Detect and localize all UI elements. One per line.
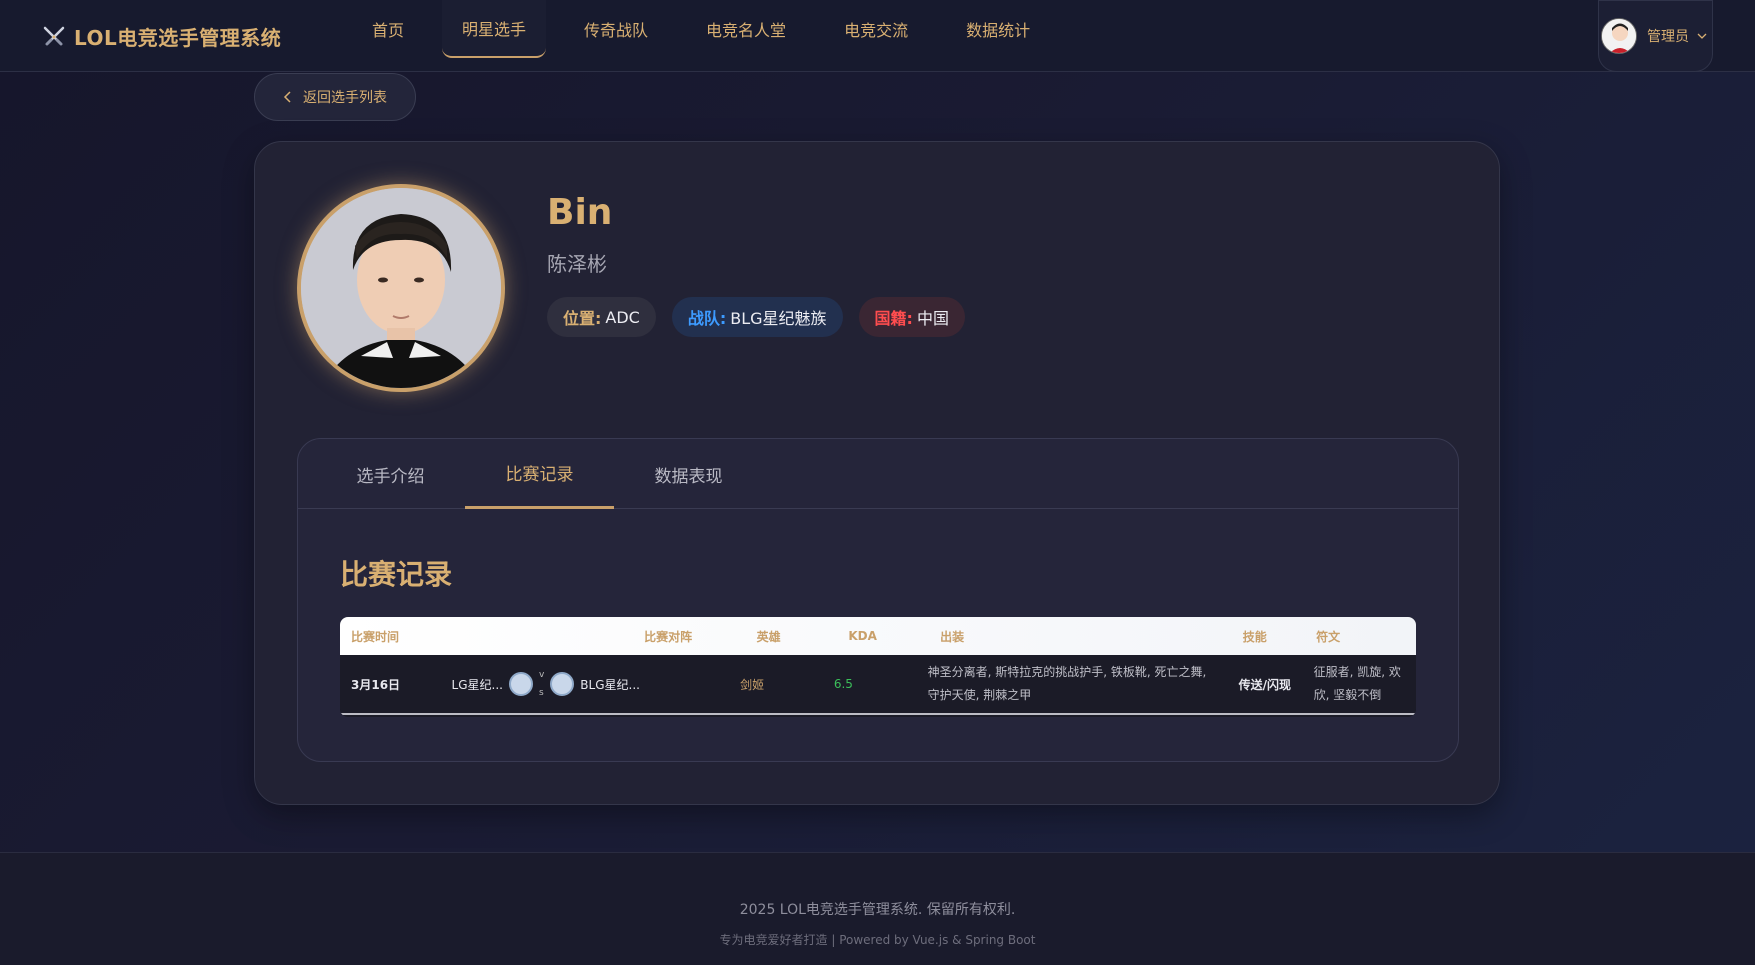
- player-detail-card: Bin 陈泽彬 位置: ADC 战队: BLG星纪魅族 国籍: 中国 选手介绍 …: [254, 141, 1500, 805]
- chevron-left-icon: [283, 91, 291, 103]
- vs-label: v s: [539, 666, 544, 702]
- column-header-items[interactable]: 出装: [929, 628, 1232, 645]
- player-photo: [301, 188, 501, 388]
- nav-item-statistics[interactable]: 数据统计: [946, 0, 1050, 58]
- user-menu[interactable]: 管理员: [1598, 0, 1713, 72]
- column-header-skills[interactable]: 技能: [1232, 628, 1305, 645]
- column-header-runes[interactable]: 符文: [1305, 628, 1416, 645]
- nav-item-home[interactable]: 首页: [352, 0, 424, 58]
- user-avatar: [1601, 18, 1637, 54]
- column-header-hero[interactable]: 英雄: [746, 628, 838, 645]
- team-a-logo-icon: [508, 672, 533, 696]
- match-items: 神圣分离者, 斯特拉克的挑战护手, 铁板靴, 死亡之舞, 守护天使, 荆棘之甲: [927, 665, 1207, 702]
- column-header-kda[interactable]: KDA: [837, 629, 929, 643]
- logo[interactable]: LOL电竞选手管理系统: [42, 22, 281, 51]
- match-hero: 剑姬: [740, 677, 765, 692]
- player-name: Bin: [547, 192, 613, 233]
- user-name: 管理员: [1647, 29, 1689, 45]
- main-nav: 首页 明星选手 传奇战队 电竞名人堂 电竞交流 数据统计: [352, 0, 1068, 72]
- nationality-tag-value: 中国: [916, 309, 949, 328]
- table-header: 比赛时间 比赛对阵 英雄 KDA 出装 技能 符文: [340, 617, 1416, 655]
- nationality-tag-label: 国籍:: [874, 309, 913, 328]
- tab-performance[interactable]: 数据表现: [614, 439, 763, 509]
- team-b-logo-icon: [550, 672, 575, 696]
- back-to-list-button[interactable]: 返回选手列表: [254, 73, 416, 121]
- team-b-name: BLG星纪...: [580, 677, 640, 692]
- nav-item-star-players[interactable]: 明星选手: [442, 0, 547, 58]
- nav-item-hall-of-fame[interactable]: 电竞名人堂: [686, 0, 806, 58]
- team-tag: 战队: BLG星纪魅族: [671, 297, 843, 337]
- footer: 2025 LOL电竞选手管理系统. 保留所有权利. 专为电竞爱好者打造 | Po…: [0, 852, 1755, 965]
- tab-introduction[interactable]: 选手介绍: [316, 439, 465, 509]
- position-tag-value: ADC: [605, 307, 640, 327]
- back-button-label: 返回选手列表: [303, 90, 387, 106]
- match-kda: 6.5: [833, 677, 853, 691]
- player-tags: 位置: ADC 战队: BLG星纪魅族 国籍: 中国: [547, 297, 965, 337]
- vs-top: v: [538, 670, 545, 680]
- tab-bar: 选手介绍 比赛记录 数据表现: [298, 439, 1458, 509]
- column-header-date[interactable]: 比赛时间: [340, 628, 449, 645]
- section-title: 比赛记录: [340, 558, 453, 591]
- logo-text: LOL电竞选手管理系统: [74, 26, 282, 50]
- tab-match-records[interactable]: 比赛记录: [465, 439, 614, 509]
- nav-item-legend-teams[interactable]: 传奇战队: [564, 0, 668, 58]
- top-header: LOL电竞选手管理系统 首页 明星选手 传奇战队 电竞名人堂 电竞交流 数据统计…: [0, 0, 1755, 72]
- footer-powered-by: 专为电竞爱好者打造 | Powered by Vue.js & Spring B…: [719, 933, 1036, 947]
- vs-bottom: s: [538, 688, 544, 698]
- nationality-tag: 国籍: 中国: [858, 297, 965, 337]
- match-records-table: 比赛时间 比赛对阵 英雄 KDA 出装 技能 符文 3月16日 LG星纪... …: [340, 617, 1416, 717]
- crossed-swords-icon: [43, 26, 65, 45]
- nav-item-community[interactable]: 电竞交流: [824, 0, 928, 58]
- match-skills: 传送/闪现: [1238, 677, 1291, 692]
- team-tag-label: 战队:: [687, 309, 727, 328]
- table-row[interactable]: 3月16日 LG星纪... v s BLG星纪... 剑姬 6.5 神圣分离者,…: [340, 655, 1416, 715]
- position-tag: 位置: ADC: [547, 297, 656, 337]
- player-real-name: 陈泽彬: [547, 252, 607, 276]
- column-header-matchup[interactable]: 比赛对阵: [449, 628, 746, 645]
- chevron-down-icon: [1697, 33, 1707, 39]
- player-avatar: [297, 184, 505, 392]
- position-tag-label: 位置:: [563, 309, 602, 328]
- tabs-panel: 选手介绍 比赛记录 数据表现 比赛记录 比赛时间 比赛对阵 英雄 KDA 出装 …: [297, 438, 1459, 762]
- team-a-name: LG星纪...: [451, 677, 503, 692]
- footer-copyright: 2025 LOL电竞选手管理系统. 保留所有权利.: [739, 902, 1016, 918]
- match-date: 3月16日: [351, 677, 401, 692]
- match-runes: 征服者, 凯旋, 欢欣, 坚毅不倒: [1313, 665, 1401, 702]
- user-avatar-image: [1602, 19, 1636, 53]
- team-tag-value: BLG星纪魅族: [730, 309, 827, 328]
- match-matchup: LG星纪... v s BLG星纪...: [452, 666, 730, 702]
